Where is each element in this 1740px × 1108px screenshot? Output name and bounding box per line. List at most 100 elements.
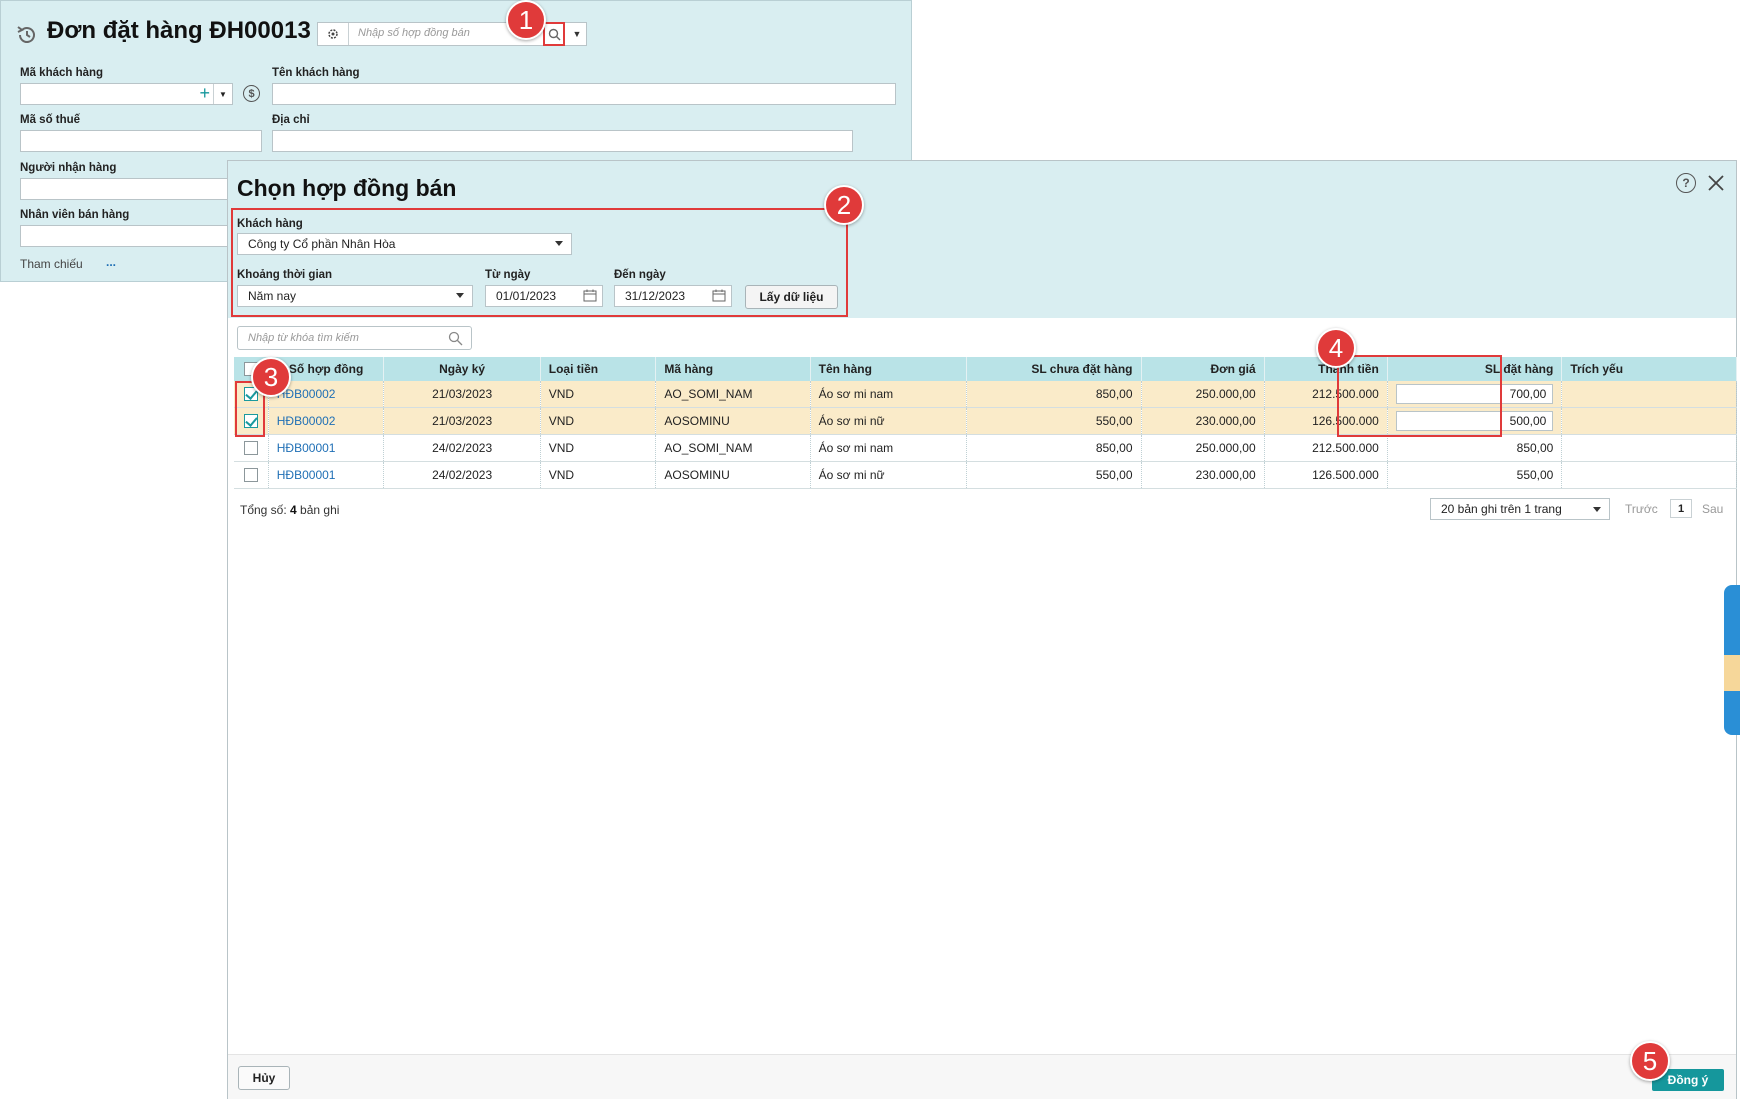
to-date-input[interactable]: 31/12/2023 [614,285,732,307]
contract-link[interactable]: HĐB00001 [277,441,336,455]
salesperson-label: Nhân viên bán hàng [20,209,130,221]
search-icon[interactable] [543,22,565,46]
total-count: 4 [290,503,297,517]
side-panel-tab[interactable] [1724,585,1740,735]
prev-page-button[interactable]: Trước [1625,502,1658,516]
from-date-value: 01/01/2023 [496,289,557,303]
amount-cell: 212.500.000 [1264,434,1388,462]
table-row[interactable]: HĐB00001 24/02/2023 VND AOSOMINU Áo sơ m… [234,461,1737,489]
calendar-icon[interactable] [583,289,597,302]
contract-link[interactable]: HĐB00001 [277,468,336,482]
to-date-value: 31/12/2023 [625,289,686,303]
col-currency[interactable]: Loại tiền [540,357,657,381]
amount-cell: 126.500.000 [1264,461,1388,489]
currency-cell: VND [540,461,657,489]
row-checkbox[interactable] [234,407,269,435]
help-icon[interactable]: ? [1676,173,1696,193]
contract-search-box[interactable]: Nhập số hợp đồng bán ▼ [317,22,587,46]
item-code-cell: AOSOMINU [655,407,811,435]
summary-cell [1561,434,1737,462]
col-unit-price[interactable]: Đơn giá [1141,357,1265,381]
currency-cell: VND [540,381,657,408]
total-records: Tổng số: 4 bản ghi [240,503,339,517]
table-row[interactable]: HĐB00002 21/03/2023 VND AOSOMINU Áo sơ m… [234,407,1737,435]
period-select-value: Năm nay [248,289,297,303]
next-page-button[interactable]: Sau [1702,502,1723,516]
fetch-data-button[interactable]: Lấy dữ liệu [745,285,838,309]
keyword-search-placeholder: Nhập từ khóa tìm kiếm [248,332,359,344]
unit-price-cell: 230.000,00 [1141,407,1265,435]
customer-name-input[interactable] [272,83,896,105]
col-sign-date[interactable]: Ngày ký [383,357,541,381]
customer-name-label: Tên khách hàng [272,67,360,79]
order-qty-cell[interactable]: 700,00 [1387,381,1563,408]
address-input[interactable] [272,130,853,152]
col-remaining-qty[interactable]: SL chưa đặt hàng [966,357,1142,381]
step-badge-5: 5 [1630,1041,1670,1081]
calendar-icon[interactable] [712,289,726,302]
currency-cell: VND [540,407,657,435]
sign-date-cell: 24/02/2023 [383,461,541,489]
step-badge-1: 1 [506,0,546,40]
remaining-qty-cell: 850,00 [966,434,1142,462]
row-checkbox[interactable] [234,434,269,462]
item-code-cell: AO_SOMI_NAM [655,381,811,408]
sign-date-cell: 24/02/2023 [383,434,541,462]
currency-icon[interactable]: $ [243,85,260,102]
order-qty-cell[interactable]: 500,00 [1387,407,1563,435]
salesperson-input[interactable] [20,225,230,247]
order-qty-cell[interactable]: 550,00 [1387,461,1563,489]
order-title: Đơn đặt hàng ĐH00013 [47,17,311,44]
dialog-header: Chọn hợp đồng bán ? Khách hàng Công ty C… [228,161,1736,318]
table-row[interactable]: HĐB00002 21/03/2023 VND AO_SOMI_NAM Áo s… [234,381,1737,408]
customer-filter-label: Khách hàng [237,218,303,230]
col-item-code[interactable]: Mã hàng [655,357,811,381]
close-icon[interactable] [1706,173,1726,193]
customer-code-label: Mã khách hàng [20,67,104,79]
contract-link[interactable]: HĐB00002 [277,414,336,428]
item-name-cell: Áo sơ mi nữ [810,407,967,435]
table-row[interactable]: HĐB00001 24/02/2023 VND AO_SOMI_NAM Áo s… [234,434,1737,462]
page-size-select[interactable]: 20 bản ghi trên 1 trang [1430,498,1610,520]
tax-code-input[interactable] [20,130,262,152]
gear-icon[interactable] [318,23,349,45]
page-number[interactable]: 1 [1670,499,1692,518]
from-date-input[interactable]: 01/01/2023 [485,285,603,307]
step-badge-2: 2 [824,185,864,225]
dialog-footer [228,1054,1736,1099]
contract-grid: Số hợp đồng Ngày ký Loại tiền Mã hàng Tê… [234,357,1737,489]
grid-header-row: Số hợp đồng Ngày ký Loại tiền Mã hàng Tê… [234,357,1737,381]
reference-link[interactable]: ... [106,255,116,269]
summary-cell [1561,407,1737,435]
order-qty-cell[interactable]: 850,00 [1387,434,1563,462]
reference-label: Tham chiếu [20,257,83,271]
search-icon[interactable] [448,331,463,346]
chevron-down-icon[interactable]: ▼ [567,23,587,45]
keyword-search-input[interactable]: Nhập từ khóa tìm kiếm [237,326,472,350]
history-icon[interactable] [15,23,39,47]
from-date-label: Từ ngày [485,269,531,281]
amount-cell: 126.500.000 [1264,407,1388,435]
col-item-name[interactable]: Tên hàng [810,357,967,381]
col-order-qty[interactable]: SL đặt hàng [1387,357,1563,381]
dialog-title: Chọn hợp đồng bán [237,175,457,201]
row-checkbox[interactable] [234,461,269,489]
period-select[interactable]: Năm nay [237,285,473,307]
plus-icon[interactable]: + [199,83,210,104]
customer-code-input[interactable]: + ▼ [20,83,233,105]
order-qty-input[interactable]: 500,00 [1395,411,1554,431]
order-qty-input[interactable]: 700,00 [1395,384,1554,404]
receiver-input[interactable] [20,178,230,200]
col-summary[interactable]: Trích yếu [1561,357,1737,381]
chevron-down-icon [555,241,563,246]
chevron-down-icon[interactable]: ▼ [213,84,232,104]
customer-select[interactable]: Công ty Cổ phần Nhân Hòa [237,233,572,255]
cancel-button[interactable]: Hủy [238,1066,290,1090]
page-size-value: 20 bản ghi trên 1 trang [1441,502,1562,516]
unit-price-cell: 250.000,00 [1141,434,1265,462]
item-name-cell: Áo sơ mi nam [810,381,967,408]
remaining-qty-cell: 550,00 [966,407,1142,435]
step-badge-3: 3 [251,357,291,397]
unit-price-cell: 250.000,00 [1141,381,1265,408]
receiver-label: Người nhận hàng [20,162,117,174]
